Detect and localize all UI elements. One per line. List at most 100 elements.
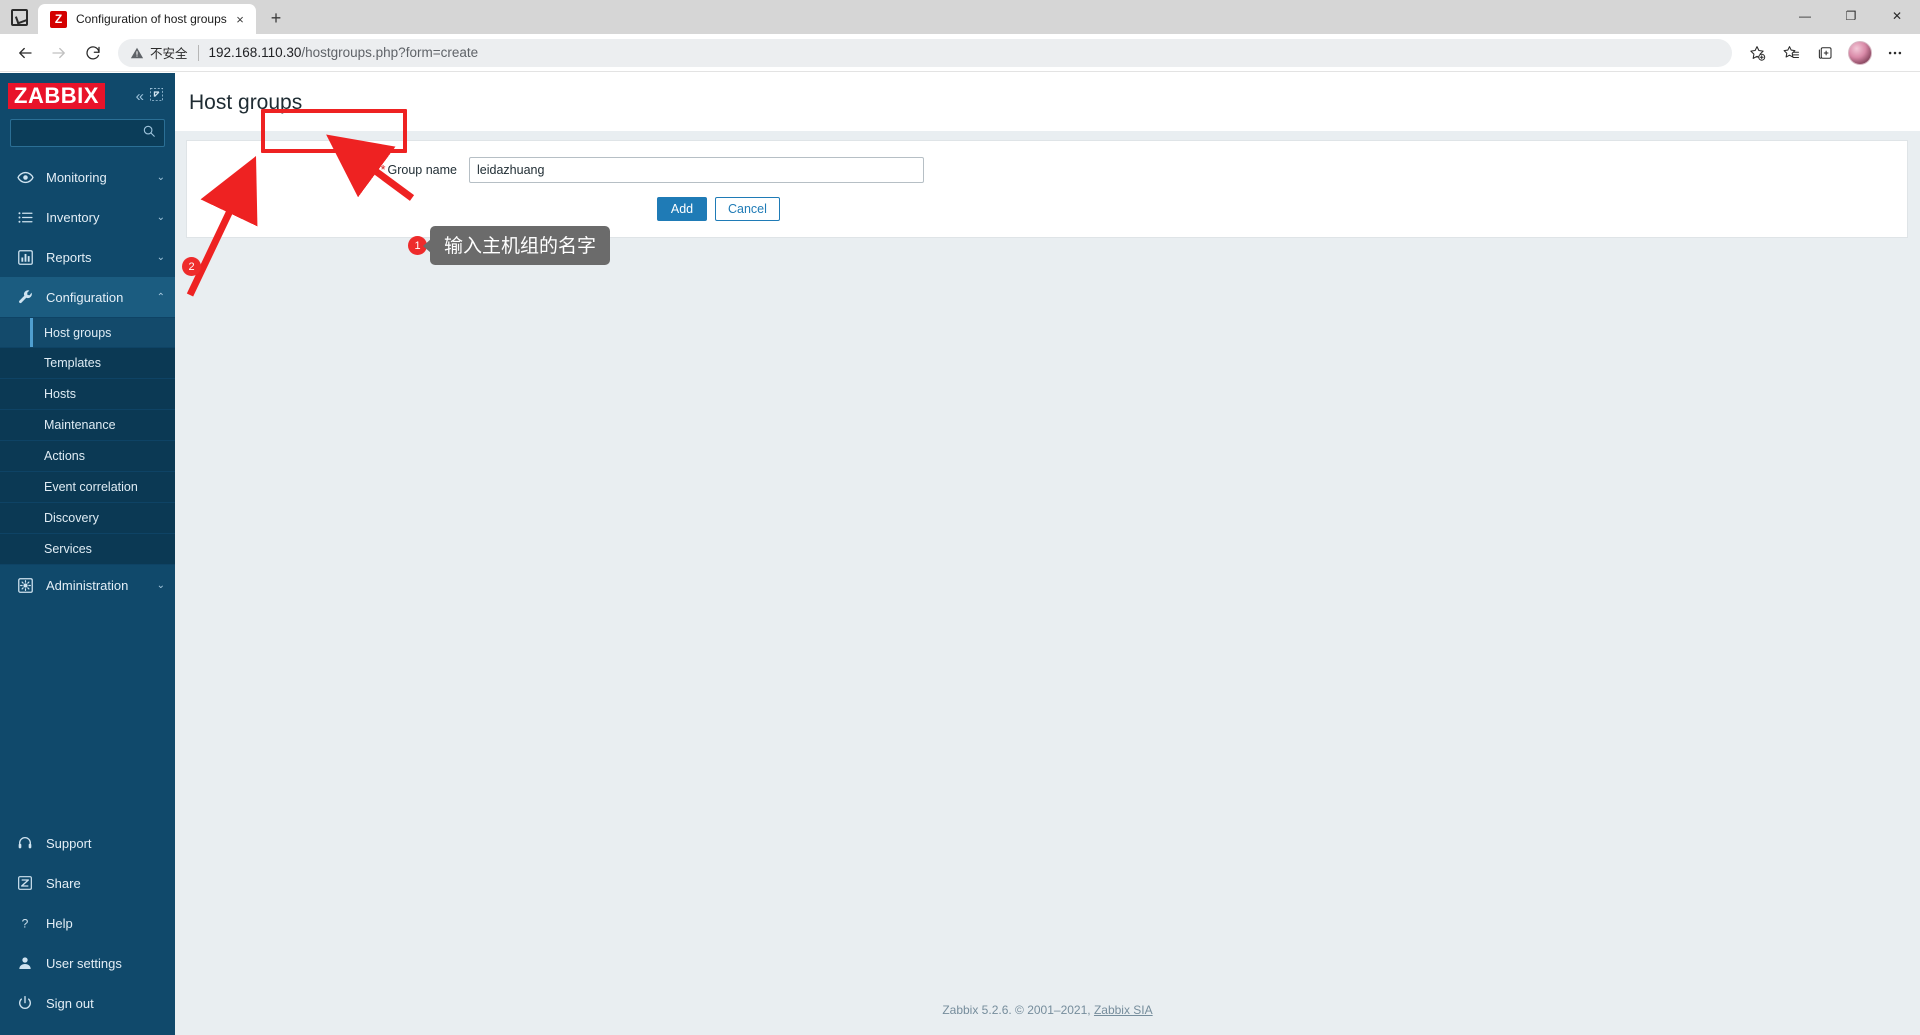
question-icon: ?: [14, 915, 36, 931]
sidebar-item-configuration[interactable]: Configuration ⌃: [0, 277, 175, 317]
url-text: 192.168.110.30/hostgroups.php?form=creat…: [209, 45, 1720, 60]
new-tab-button[interactable]: +: [262, 4, 290, 32]
sidebar-subitem-label: Templates: [44, 356, 101, 370]
back-button[interactable]: [8, 36, 42, 70]
omnibox-divider: [197, 44, 199, 61]
toolbar-right-icons: [1740, 36, 1912, 70]
person-icon: [14, 955, 36, 971]
sidebar-item-services[interactable]: Services: [0, 534, 175, 565]
sidebar-subitem-label: Event correlation: [44, 480, 138, 494]
sidebar-collapse-icon[interactable]: «: [136, 89, 144, 104]
sidebar: ZABBIX « Monitoring ⌄ Inventory ⌄ Report…: [0, 73, 175, 1035]
sidebar-header: ZABBIX «: [0, 73, 175, 113]
form-button-row: Add Cancel: [187, 197, 1907, 221]
add-button[interactable]: Add: [657, 197, 707, 221]
sidebar-search-wrap: [0, 113, 175, 157]
reload-button[interactable]: [76, 36, 110, 70]
zabbix-logo[interactable]: ZABBIX: [8, 83, 105, 109]
group-name-label-text: Group name: [387, 163, 457, 177]
sidebar-item-sign-out[interactable]: Sign out: [0, 983, 175, 1023]
group-name-input-cell: [469, 157, 1907, 183]
sidebar-item-label: Sign out: [46, 995, 94, 1011]
sidebar-subitem-label: Services: [44, 542, 92, 556]
list-icon: [14, 209, 36, 226]
power-icon: [14, 995, 36, 1011]
page-viewport: ZABBIX « Monitoring ⌄ Inventory ⌄ Report…: [0, 73, 1920, 1035]
chevron-down-icon: ⌄: [156, 171, 165, 183]
sidebar-bottom-nav: Support Share ? Help User settings Sign …: [0, 823, 175, 1035]
sidebar-item-support[interactable]: Support: [0, 823, 175, 863]
footer-text: Zabbix 5.2.6. © 2001–2021,: [942, 1003, 1094, 1017]
settings-more-icon[interactable]: [1878, 36, 1912, 70]
tab-title: Configuration of host groups: [76, 12, 227, 26]
address-bar[interactable]: 不安全 192.168.110.30/hostgroups.php?form=c…: [118, 38, 1732, 67]
content-wrap: *Group name Add Cancel: [175, 131, 1920, 238]
chevron-up-icon: ⌃: [156, 291, 165, 303]
sidebar-item-administration[interactable]: Administration ⌄: [0, 565, 175, 605]
tab-actions-icon[interactable]: [0, 0, 38, 34]
sidebar-hide-icon[interactable]: [150, 88, 163, 104]
search-input[interactable]: [19, 125, 142, 141]
headset-icon: [14, 835, 36, 851]
collections-icon[interactable]: [1808, 36, 1842, 70]
profile-avatar[interactable]: [1848, 40, 1872, 65]
group-name-label: * Group name: [187, 163, 469, 177]
sidebar-subitem-label: Hosts: [44, 387, 76, 401]
sidebar-item-event-correlation[interactable]: Event correlation: [0, 472, 175, 503]
url-path: /hostgroups.php?form=create: [301, 45, 479, 60]
sidebar-item-user-settings[interactable]: User settings: [0, 943, 175, 983]
chevron-down-icon: ⌄: [156, 211, 165, 223]
cancel-button[interactable]: Cancel: [715, 197, 780, 221]
sidebar-item-host-groups[interactable]: Host groups: [0, 317, 175, 348]
sidebar-item-inventory[interactable]: Inventory ⌄: [0, 197, 175, 237]
window-minimize-button[interactable]: —: [1782, 0, 1828, 32]
forward-button[interactable]: [42, 36, 76, 70]
page-footer: Zabbix 5.2.6. © 2001–2021, Zabbix SIA: [175, 1003, 1920, 1035]
sidebar-item-maintenance[interactable]: Maintenance: [0, 410, 175, 441]
gear-icon: [14, 577, 36, 594]
sidebar-subitem-label: Actions: [44, 449, 85, 463]
add-favorite-icon[interactable]: [1740, 36, 1774, 70]
sidebar-item-hosts[interactable]: Hosts: [0, 379, 175, 410]
sidebar-item-label: Reports: [46, 249, 92, 265]
forward-arrow-icon: [52, 47, 65, 58]
chevron-down-icon: ⌄: [156, 579, 165, 591]
tab-favicon-icon: Z: [50, 10, 67, 28]
sidebar-item-label: Help: [46, 915, 73, 931]
group-name-input[interactable]: [469, 157, 924, 183]
sidebar-item-help[interactable]: ? Help: [0, 903, 175, 943]
eye-icon: [14, 169, 36, 186]
url-host: 192.168.110.30: [208, 45, 302, 60]
search-icon[interactable]: [142, 124, 156, 143]
favorites-icon[interactable]: [1774, 36, 1808, 70]
page-title: Host groups: [189, 91, 303, 114]
sidebar-item-label: Share: [46, 875, 81, 891]
sidebar-item-label: Administration: [46, 577, 129, 593]
required-marker: *: [380, 163, 386, 177]
sidebar-item-share[interactable]: Share: [0, 863, 175, 903]
host-group-form: *Group name Add Cancel: [186, 140, 1908, 238]
sidebar-item-reports[interactable]: Reports ⌄: [0, 237, 175, 277]
back-arrow-icon: [19, 47, 32, 58]
browser-titlebar: Z Configuration of host groups × + — ❐ ✕: [0, 0, 1920, 34]
browser-tab[interactable]: Z Configuration of host groups ×: [38, 4, 256, 34]
zabbix-share-icon: [14, 875, 36, 891]
tab-close-icon[interactable]: ×: [230, 9, 250, 29]
sidebar-item-actions[interactable]: Actions: [0, 441, 175, 472]
sidebar-item-discovery[interactable]: Discovery: [0, 503, 175, 534]
sidebar-item-monitoring[interactable]: Monitoring ⌄: [0, 157, 175, 197]
not-secure-label: 不安全: [150, 47, 188, 61]
browser-toolbar: 不安全 192.168.110.30/hostgroups.php?form=c…: [0, 34, 1920, 72]
sidebar-search[interactable]: [10, 119, 165, 147]
sidebar-nav: Monitoring ⌄ Inventory ⌄ Reports ⌄ Confi…: [0, 157, 175, 605]
bar-chart-icon: [14, 249, 36, 266]
sidebar-item-label: Monitoring: [46, 169, 107, 185]
sidebar-item-templates[interactable]: Templates: [0, 348, 175, 379]
sidebar-subitem-label: Maintenance: [44, 418, 116, 432]
footer-link[interactable]: Zabbix SIA: [1094, 1003, 1153, 1017]
svg-text:?: ?: [22, 916, 29, 930]
sidebar-subitem-label: Host groups: [44, 325, 112, 340]
window-maximize-button[interactable]: ❐: [1828, 0, 1874, 32]
sidebar-item-label: Support: [46, 835, 92, 851]
window-close-button[interactable]: ✕: [1874, 0, 1920, 32]
